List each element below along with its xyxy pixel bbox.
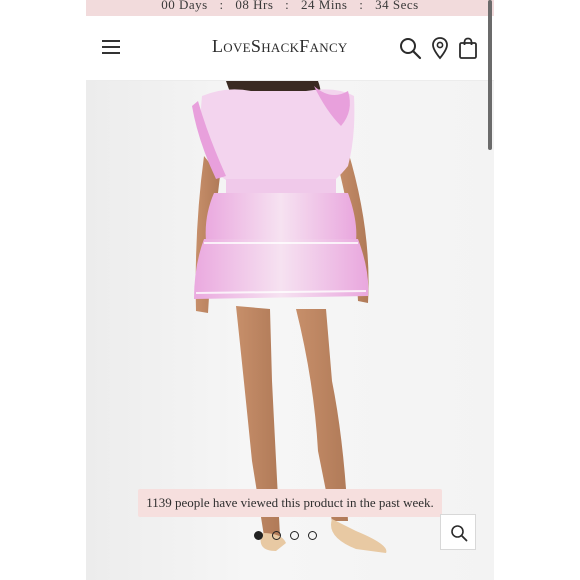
- countdown-secs: 34 Secs: [375, 0, 419, 12]
- right-margin: [494, 0, 580, 580]
- carousel-pagination: [254, 527, 326, 540]
- product-image-carousel[interactable]: 1139 people have viewed this product in …: [86, 81, 494, 580]
- location-pin-icon[interactable]: [428, 36, 452, 60]
- brand-logo[interactable]: LoveShackFancy: [212, 36, 348, 57]
- sale-countdown-bar: 00 Days : 08 Hrs : 24 Mins : 34 Secs: [86, 0, 494, 16]
- countdown-hours: 08 Hrs: [235, 0, 274, 12]
- countdown-separator: :: [219, 0, 224, 12]
- carousel-dot[interactable]: [272, 531, 281, 540]
- countdown-days: 00 Days: [161, 0, 208, 12]
- zoom-search-icon: [451, 525, 468, 542]
- site-header: LoveShackFancy: [86, 16, 494, 81]
- countdown-separator: :: [359, 0, 364, 12]
- countdown-mins: 24 Mins: [301, 0, 348, 12]
- phone-screen: 00 Days : 08 Hrs : 24 Mins : 34 Secs Lov…: [86, 0, 494, 580]
- countdown-separator: :: [285, 0, 290, 12]
- left-margin: [0, 0, 86, 580]
- shopping-bag-icon[interactable]: [456, 36, 480, 60]
- scrollbar[interactable]: [488, 0, 492, 150]
- views-notice-banner: 1139 people have viewed this product in …: [138, 489, 442, 517]
- search-icon[interactable]: [398, 36, 422, 60]
- carousel-dot[interactable]: [290, 531, 299, 540]
- menu-icon[interactable]: [102, 40, 120, 54]
- carousel-dot[interactable]: [308, 531, 317, 540]
- carousel-dot[interactable]: [254, 531, 263, 540]
- zoom-button[interactable]: [440, 514, 476, 550]
